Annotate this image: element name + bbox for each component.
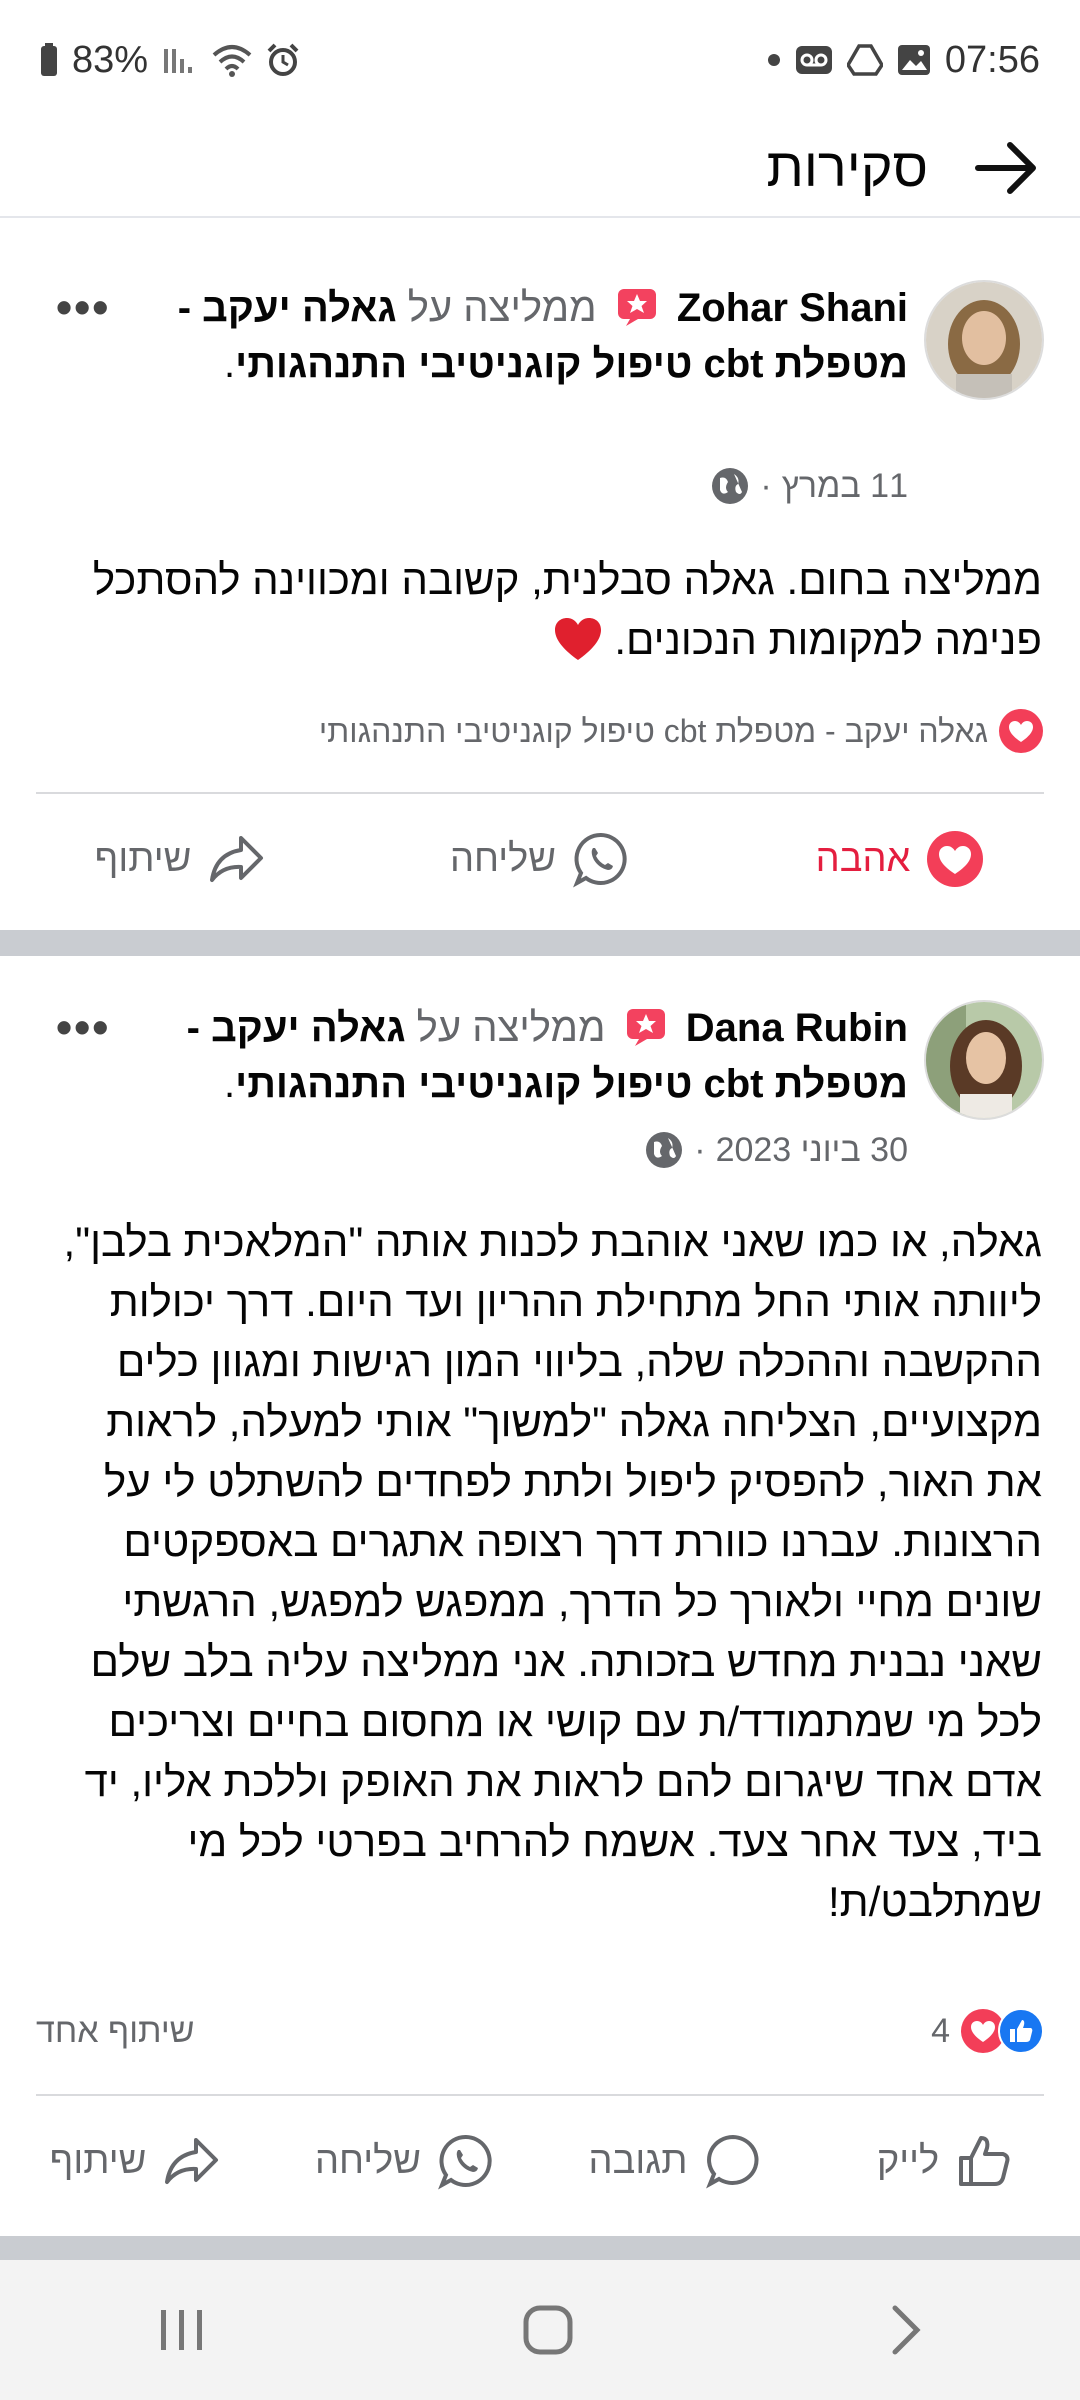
text-line: מקצועיים, הצליחה גאלה "למשוך" אותי למעלה… [106,1398,1042,1445]
status-bar: 83% 07:56 [0,0,1080,120]
action-bar: אהבה שליחה שיתוף [0,794,1080,924]
system-nav-bar [0,2260,1080,2400]
love-icon [927,831,984,887]
reaction-by: גאלה יעקב - מטפלת cbt טיפול קוגניטיבי הת… [318,712,988,749]
avatar[interactable] [924,1000,1044,1120]
share-label: שיתוף [94,837,192,880]
share-button[interactable]: שיתוף [0,830,360,888]
text-line: ביד, צעד אחר צעד. אשמח להרחיב בפרטי לכל … [187,1818,1042,1865]
whatsapp-icon [438,2134,492,2190]
post-date[interactable]: 11 במרץ [782,467,908,506]
globe-icon [712,468,749,504]
text-line: ממליצה בחום. גאלה סבלנית, קשובה ומכווינה… [92,556,1042,603]
text-line-with-emoji: פנימה למקומות הנכונים. [32,610,1042,670]
review-post: Zohar Shani ממליצה על גאלה יעקב - מטפלת … [0,226,1080,930]
avatar[interactable] [924,280,1044,400]
red-heart-icon [554,618,601,660]
thumbs-up-icon [959,2136,1010,2186]
text-line: שמתלבט/ת! [828,1878,1042,1925]
love-reaction-icon [999,709,1043,753]
text-line: שונים מחיי ולאורך כל הדרך, ממפגש למפגש, … [122,1578,1042,1625]
whatsapp-icon [573,832,627,888]
share-count[interactable]: שיתוף אחד [36,2012,195,2051]
more-options-icon[interactable]: ••• [56,280,110,334]
app-bar: סקירות [0,120,1080,218]
like-button[interactable]: לייק [810,2132,1080,2190]
review-post: Dana Rubin ממליצה על גאלה יעקב - מטפלת c… [0,956,1080,2236]
reaction-summary[interactable]: גאלה יעקב - מטפלת cbt טיפול קוגניטיבי הת… [319,708,1044,754]
text-line: ליוותה אותי החל מתחילת ההריון ועד היום. … [109,1278,1042,1325]
post-text: גאלה, או כמו שאני אוהבת לכנות אותה "המלא… [32,1212,1042,1932]
author-name[interactable]: Zohar Shani [677,286,908,330]
share-button[interactable]: שיתוף [0,2132,270,2190]
text-line: אדם אחד שיגרום להם לראות את האופק וללכת … [84,1758,1042,1805]
text-line: שאני נבנית מחדש בזכותה. אני ממליצה עליה … [90,1638,1042,1685]
battery-level: 83% [72,38,149,81]
globe-icon [646,1132,683,1168]
comment-button[interactable]: תגובה [540,2132,810,2190]
notification-dot-icon [767,54,780,66]
clock: 07:56 [944,38,1040,81]
reaction-count: 4 [931,2011,950,2050]
text-line: את האור, להפסיק ליפול ולתת לפחדים להשתלט… [104,1458,1042,1505]
love-button[interactable]: אהבה [720,830,1080,888]
post-separator [0,930,1080,956]
text-line: הרצונות. עברנו כוורת דרך רצופה אתגרים בא… [123,1518,1042,1565]
love-label: אהבה [815,837,911,880]
post-meta: 11 במרץ · [710,466,908,506]
gallery-icon [897,45,930,75]
share-label: שיתוף [49,2139,147,2182]
back-icon[interactable] [889,2304,923,2356]
post-header: Zohar Shani ממליצה על גאלה יעקב - מטפלת … [177,286,908,386]
comment-icon [705,2134,759,2189]
home-icon[interactable] [522,2304,574,2356]
recommend-badge-icon [617,289,656,326]
reaction-count-row[interactable]: 4 [931,2008,1044,2054]
more-options-icon[interactable]: ••• [56,1000,110,1054]
like-reaction-icon [998,2008,1044,2054]
alarm-icon [267,43,299,76]
send-label: שליחה [314,2139,422,2182]
share-icon [210,836,264,882]
send-label: שליחה [449,837,557,880]
send-button[interactable]: שליחה [360,830,720,888]
page-title: סקירות [766,138,928,198]
post-header: Dana Rubin ממליצה על גאלה יעקב - מטפלת c… [186,1006,908,1106]
voicemail-icon [795,46,832,74]
recent-apps-icon[interactable] [157,2308,207,2352]
text-line: גאלה, או כמו שאני אוהבת לכנות אותה "המלא… [63,1218,1042,1265]
post-text: ממליצה בחום. גאלה סבלנית, קשובה ומכווינה… [32,550,1042,670]
action-bar: לייק תגובה שליחה שיתוף [0,2096,1080,2226]
signal-icon [164,49,193,73]
text-line: לכל מי שמתמודד/ת עם קושי או מחסום בחיים … [108,1698,1042,1745]
battery-icon [41,43,57,76]
text-line: פנימה למקומות הנכונים. [614,616,1042,663]
drive-icon [846,44,883,76]
back-arrow-icon[interactable] [970,133,1040,203]
share-icon [165,2138,219,2184]
author-name[interactable]: Dana Rubin [686,1006,908,1050]
comment-label: תגובה [588,2139,688,2182]
post-meta: 30 ביוני 2023 · [644,1130,908,1170]
recommend-badge-icon [626,1009,665,1046]
recommends-label: ממליצה על [416,1006,606,1050]
like-label: לייק [876,2139,940,2182]
send-button[interactable]: שליחה [270,2132,540,2190]
post-separator [0,2236,1080,2260]
post-date[interactable]: 30 ביוני 2023 [716,1131,908,1170]
text-line: ההקשבה וההכלה שלה, בליווי המון רגישות ומ… [116,1338,1042,1385]
wifi-icon [212,45,252,77]
recommends-label: ממליצה על [407,286,597,330]
